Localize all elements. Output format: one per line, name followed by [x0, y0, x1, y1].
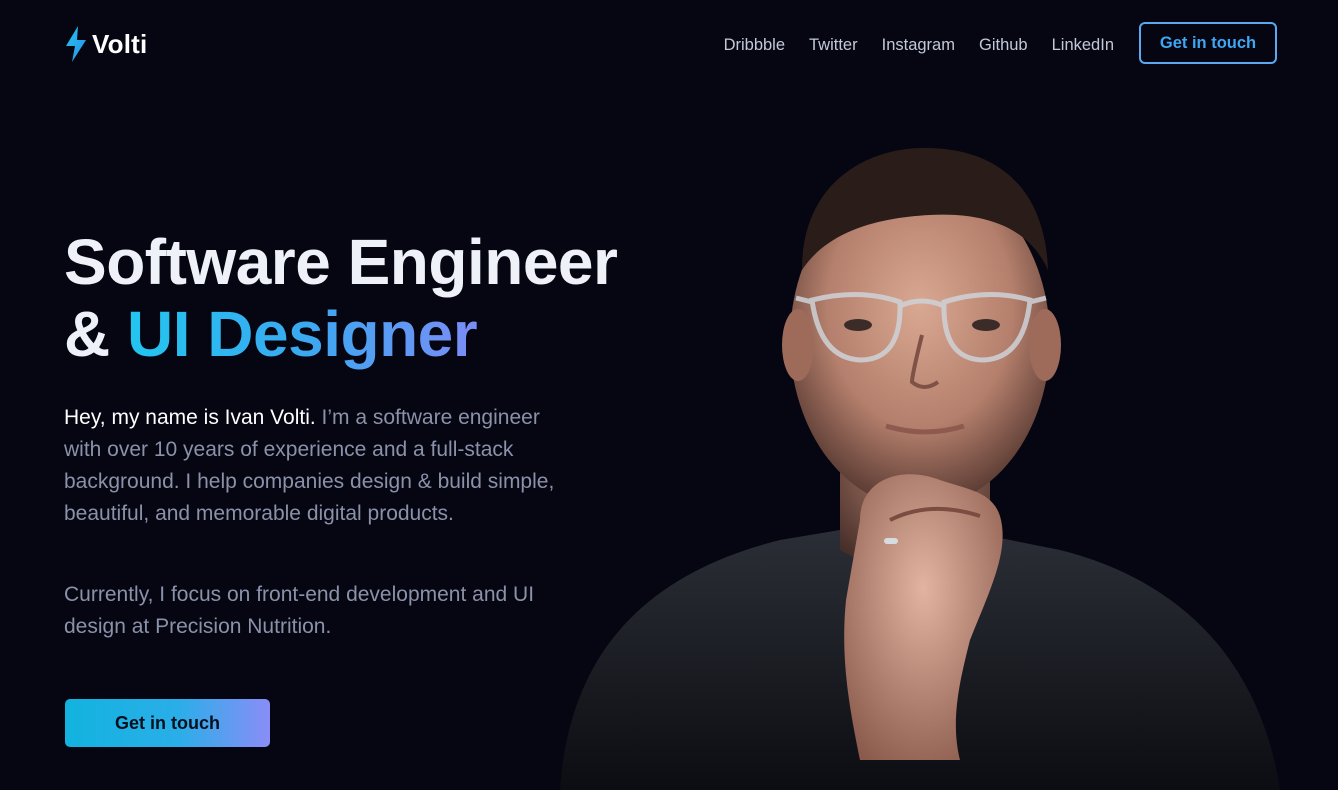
hero-title-line-2-prefix: &: [64, 298, 127, 370]
hero-title: Software Engineer & UI Designer: [64, 226, 618, 370]
lightning-bolt-icon: [64, 26, 88, 62]
hero-get-in-touch-button[interactable]: Get in touch: [65, 699, 270, 747]
hero-focus-paragraph: Currently, I focus on front-end developm…: [64, 583, 535, 638]
brand-logo[interactable]: Volti: [64, 26, 147, 62]
hero-title-line-1: Software Engineer: [64, 226, 618, 298]
hero-intro-paragraph: Hey, my name is Ivan Volti. I’m a softwa…: [64, 402, 559, 530]
nav-link-instagram[interactable]: Instagram: [882, 30, 955, 60]
header-get-in-touch-button[interactable]: Get in touch: [1139, 22, 1277, 64]
nav-link-dribbble[interactable]: Dribbble: [724, 30, 785, 60]
landing-page: Volti Dribbble Twitter Instagram Github …: [0, 0, 1338, 790]
brand-name: Volti: [92, 28, 148, 59]
nav-link-linkedin[interactable]: LinkedIn: [1052, 30, 1114, 60]
hero-title-highlight: UI Designer: [127, 298, 478, 370]
intro-lead-text: Hey, my name is Ivan Volti.: [64, 406, 316, 429]
nav-link-github[interactable]: Github: [979, 30, 1028, 60]
main-nav: Dribbble Twitter Instagram Github Linked…: [724, 30, 1114, 60]
portrait-photo: [540, 120, 1300, 790]
nav-link-twitter[interactable]: Twitter: [809, 30, 858, 60]
